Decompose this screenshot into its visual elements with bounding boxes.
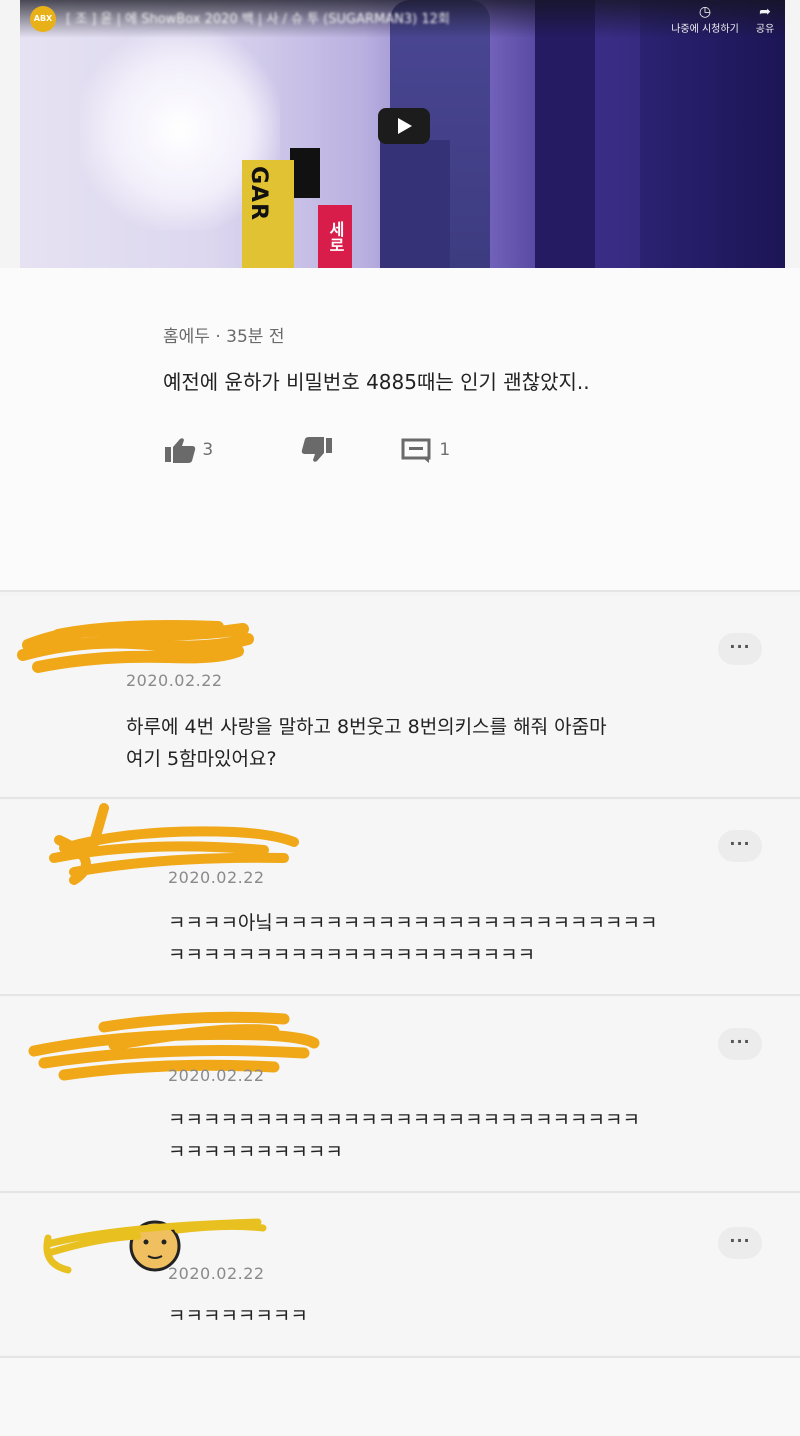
comment-author[interactable]: 홈에두 (163, 327, 210, 347)
comment-line: ㅋㅋㅋㅋㅋㅋㅋㅋㅋㅋㅋㅋㅋㅋㅋㅋㅋㅋㅋㅋㅋㅋㅋㅋㅋㅋㅋ (168, 1109, 640, 1131)
thumbs-up-icon (165, 438, 196, 463)
comment-line: ㅋㅋㅋㅋㅋㅋㅋㅋㅋㅋㅋㅋㅋㅋㅋㅋㅋㅋㅋㅋㅋ (168, 944, 536, 966)
video-player[interactable]: GAR 세로 ABX [ 조 ] 윤 | 에 ShowBox 2020 백 | … (20, 0, 785, 268)
comment-text: ㅋㅋㅋㅋㅋㅋㅋㅋㅋㅋㅋㅋㅋㅋㅋㅋㅋㅋㅋㅋㅋㅋㅋㅋㅋㅋㅋ ㅋㅋㅋㅋㅋㅋㅋㅋㅋㅋ (168, 1104, 640, 1168)
comment-divider (0, 994, 800, 996)
stage-backdrop (640, 0, 785, 268)
show-logo: GAR (242, 160, 294, 268)
meta-dot: · (215, 327, 227, 347)
play-icon (398, 118, 412, 134)
share-icon: ➦ (759, 4, 771, 20)
comment-text: 하루에 4번 사랑을 말하고 8번웃고 8번의키스를 해줘 아줌마 여기 5함마… (126, 711, 607, 775)
comment-line: ㅋㅋㅋㅋㅋㅋㅋㅋ (168, 1305, 308, 1327)
watch-later-label: 나중에 시청하기 (671, 24, 739, 35)
comment-date: 2020.02.22 (168, 1066, 265, 1085)
more-options-button[interactable]: ··· (718, 633, 762, 665)
comment-date: 2020.02.22 (126, 671, 223, 690)
share-button[interactable]: ➦ 공유 (730, 4, 785, 35)
video-title[interactable]: [ 조 ] 윤 | 에 ShowBox 2020 백 | 사 / 슈 투 (SU… (66, 8, 496, 27)
comment-line: ㅋㅋㅋㅋㅋㅋㅋㅋㅋㅋ (168, 1141, 343, 1163)
top-comment-meta: 홈에두 · 35분 전 (163, 322, 284, 347)
like-button[interactable]: 3 (163, 436, 213, 464)
reply-count: 1 (439, 440, 451, 460)
like-count: 3 (202, 440, 214, 460)
show-logo-tag: 세로 (318, 205, 352, 268)
dislike-button[interactable] (300, 436, 334, 464)
logo-block (290, 148, 320, 198)
reply-button[interactable]: 1 (400, 436, 450, 464)
play-button[interactable] (378, 108, 430, 144)
comment-date: 2020.02.22 (168, 868, 265, 887)
channel-avatar[interactable]: ABX (30, 6, 56, 32)
show-logo-text: GAR (246, 166, 271, 222)
comment-icon (401, 438, 431, 463)
page-bottom-area (0, 1358, 800, 1436)
comment-line: ㅋㅋㅋㅋ아닠ㅋㅋㅋㅋㅋㅋㅋㅋㅋㅋㅋㅋㅋㅋㅋㅋㅋㅋㅋㅋㅋㅋ (168, 912, 658, 934)
more-options-button[interactable]: ··· (718, 830, 762, 862)
section-divider (0, 590, 800, 592)
top-comment-text: 예전에 윤하가 비밀번호 4885때는 인기 괜찮았지.. (163, 370, 590, 394)
performer-legs (380, 140, 450, 268)
more-options-button[interactable]: ··· (718, 1227, 762, 1259)
stage-pillar (535, 0, 595, 268)
thumbs-down-icon (301, 437, 332, 462)
comment-divider (0, 1191, 800, 1193)
top-comment-card (0, 268, 800, 590)
comment-text: ㅋㅋㅋㅋㅋㅋㅋㅋ (168, 1300, 308, 1332)
more-options-button[interactable]: ··· (718, 1028, 762, 1060)
comment-date: 2020.02.22 (168, 1264, 265, 1283)
redacted-username-scribble (17, 620, 254, 673)
comment-line: 하루에 4번 사랑을 말하고 8번웃고 8번의키스를 해줘 아줌마 (126, 716, 607, 738)
comment-divider (0, 797, 800, 799)
comment-time: 35분 전 (226, 327, 285, 347)
share-label: 공유 (755, 24, 775, 35)
comment-line: 여기 5함마있어요? (126, 748, 277, 770)
comment-text: ㅋㅋㅋㅋ아닠ㅋㅋㅋㅋㅋㅋㅋㅋㅋㅋㅋㅋㅋㅋㅋㅋㅋㅋㅋㅋㅋㅋ ㅋㅋㅋㅋㅋㅋㅋㅋㅋㅋㅋ… (168, 907, 657, 971)
